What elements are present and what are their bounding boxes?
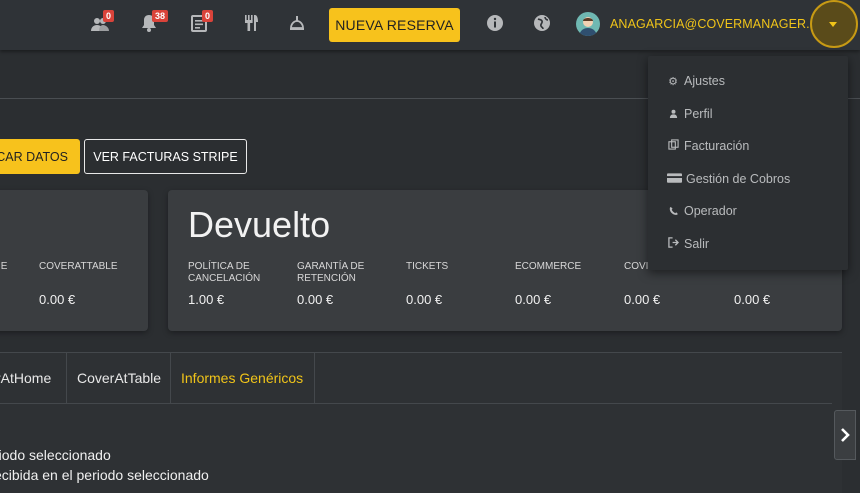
cutlery-icon[interactable] [241,13,261,33]
tab-coverattable[interactable]: CoverAtTable [67,353,171,403]
column-value: 0.00 € [624,292,661,307]
summary-card-left: IE COVERATTABLE 0.00 € [0,190,148,331]
menu-item-label: Ajustes [684,74,725,88]
bell-icon[interactable]: 38 [139,10,169,33]
export-data-button[interactable]: CAR DATOS [0,139,80,174]
clipboard-icon[interactable]: 0 [189,10,214,33]
menu-item-salir[interactable]: Salir [648,229,848,259]
column-label: COVERATTABLE [39,261,118,272]
gear-icon: ⚙ [668,76,678,88]
chevron-down-icon [829,22,837,27]
top-bar: 0 38 0 NUEVA RESERVA ANAGARCIA@COVERMANA… [0,0,860,50]
menu-item-facturacion[interactable]: Facturación [648,131,848,161]
column-label: POLÍTICA DE CANCELACIÓN [188,261,261,284]
tab-informes-genericos[interactable]: Informes Genéricos [171,353,315,403]
user-menu-toggle[interactable] [810,0,858,48]
menu-item-ajustes[interactable]: ⚙ Ajustes [648,66,848,96]
column-label: ECOMMERCE [515,261,582,272]
column-label: COVI [624,261,649,272]
tab-coverathome[interactable]: rAtHome [0,353,67,403]
view-stripe-invoices-button[interactable]: VER FACTURAS STRIPE [84,139,247,174]
chevron-right-icon [841,428,850,442]
reports-panel: rAtHome CoverAtTable Informes Genéricos … [0,352,842,493]
column-value: 0.00 € [406,292,443,307]
groups-badge: 0 [103,10,115,22]
menu-item-perfil[interactable]: Perfil [648,99,848,129]
tabs-divider [0,403,832,404]
copy-icon [666,132,680,162]
column-label: TICKETS [406,261,449,272]
column-value: 0.00 € [39,292,76,307]
menu-item-operador[interactable]: Operador [648,196,848,226]
tab-label: Informes Genéricos [181,370,304,386]
user-dropdown-menu: ⚙ Ajustes Perfil Facturación Gestión de C… [648,56,848,270]
new-reservation-button[interactable]: NUEVA RESERVA [329,8,460,42]
column-value: 0.00 € [515,292,552,307]
menu-item-label: Operador [684,204,737,218]
user-email[interactable]: ANAGARCIA@COVERMANAGER.COM [610,17,839,31]
menu-item-label: Salir [684,237,710,251]
avatar[interactable] [576,12,600,36]
globe-icon[interactable] [532,13,552,33]
card-title: Devuelto [188,204,331,245]
column-label: IE [0,261,8,272]
phone-icon [666,197,680,227]
menu-item-gestion-cobros[interactable]: Gestión de Cobros [648,164,848,194]
column-value: 1.00 € [188,292,225,307]
tab-label: CoverAtTable [77,370,162,386]
reservations-badge: 0 [202,10,214,22]
groups-icon[interactable]: 0 [90,10,115,33]
report-description: riodo seleccionado [0,447,111,463]
tab-label: rAtHome [0,370,52,386]
report-description: ecibida en el periodo seleccionado [0,467,209,483]
notifications-badge: 38 [152,10,169,22]
user-icon [666,100,680,130]
column-value: 0.00 € [734,292,771,307]
info-icon[interactable] [485,13,505,33]
sign-out-icon [666,230,680,260]
hand-bell-icon[interactable] [287,13,307,33]
credit-card-icon [666,165,682,195]
column-value: 0.00 € [297,292,334,307]
column-label: GARANTÍA DE RETENCIÓN [297,261,365,284]
menu-item-label: Gestión de Cobros [686,172,791,186]
sidebar-toggle[interactable] [834,410,856,460]
menu-item-label: Perfil [684,107,713,121]
menu-item-label: Facturación [684,139,750,153]
